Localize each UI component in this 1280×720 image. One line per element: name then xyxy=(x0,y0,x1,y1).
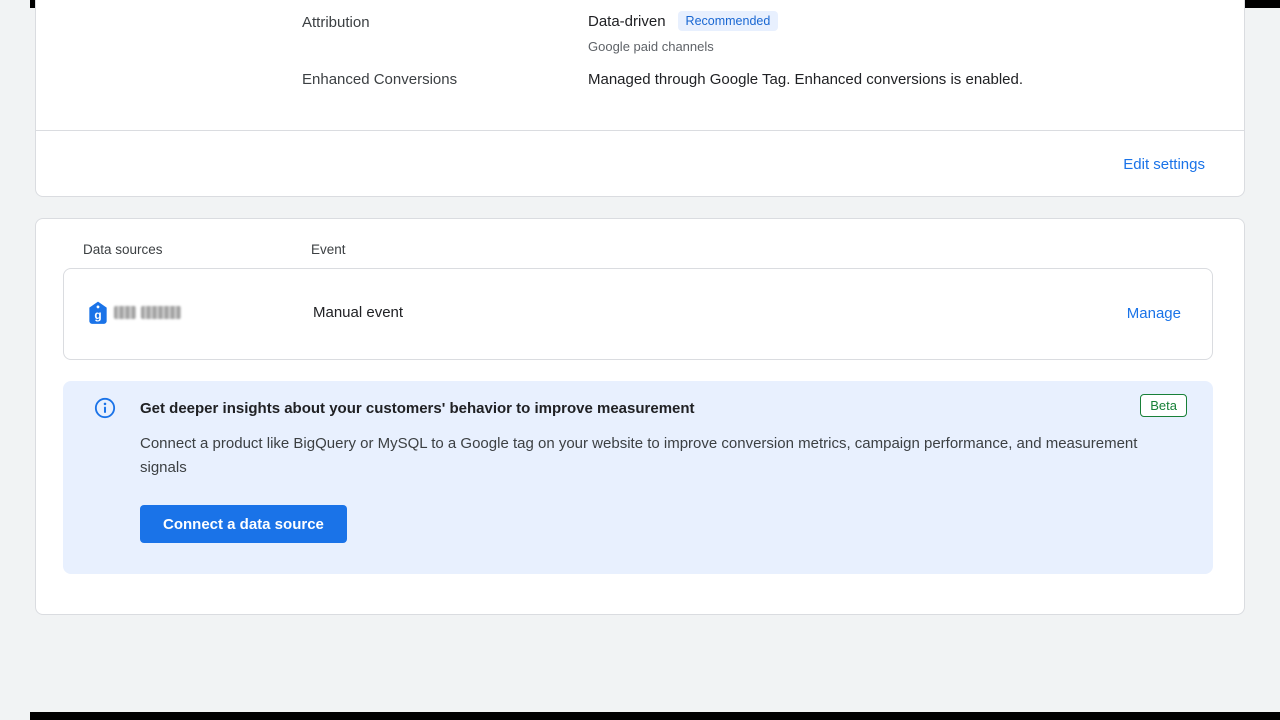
settings-divider xyxy=(36,130,1244,131)
recommended-badge: Recommended xyxy=(678,11,779,31)
attribution-subvalue: Google paid channels xyxy=(588,39,714,54)
banner-body: Connect a product like BigQuery or MySQL… xyxy=(140,432,1175,480)
column-header-event: Event xyxy=(311,242,346,257)
page: Attribution Data-driven Recommended Goog… xyxy=(0,0,1280,720)
data-source-row xyxy=(63,268,1213,360)
banner-title: Get deeper insights about your customers… xyxy=(140,400,695,417)
enhanced-conversions-value: Managed through Google Tag. Enhanced con… xyxy=(588,71,1023,88)
attribution-label: Attribution xyxy=(302,14,370,31)
beta-badge: Beta xyxy=(1140,394,1187,417)
attribution-value: Data-driven xyxy=(588,13,666,30)
enhanced-conversions-label: Enhanced Conversions xyxy=(302,71,457,88)
redacted-source-name xyxy=(114,306,181,319)
google-tag-icon: g xyxy=(85,300,111,326)
edit-settings-link[interactable]: Edit settings xyxy=(1123,156,1205,173)
info-icon xyxy=(94,397,116,419)
letterbox-bottom xyxy=(30,712,1280,720)
event-type-cell: Manual event xyxy=(313,304,403,321)
svg-text:g: g xyxy=(94,308,101,322)
attribution-value-row: Data-driven Recommended xyxy=(588,11,778,31)
manage-link[interactable]: Manage xyxy=(1127,305,1181,322)
connect-data-source-button[interactable]: Connect a data source xyxy=(140,505,347,543)
column-header-data-sources: Data sources xyxy=(83,242,163,257)
